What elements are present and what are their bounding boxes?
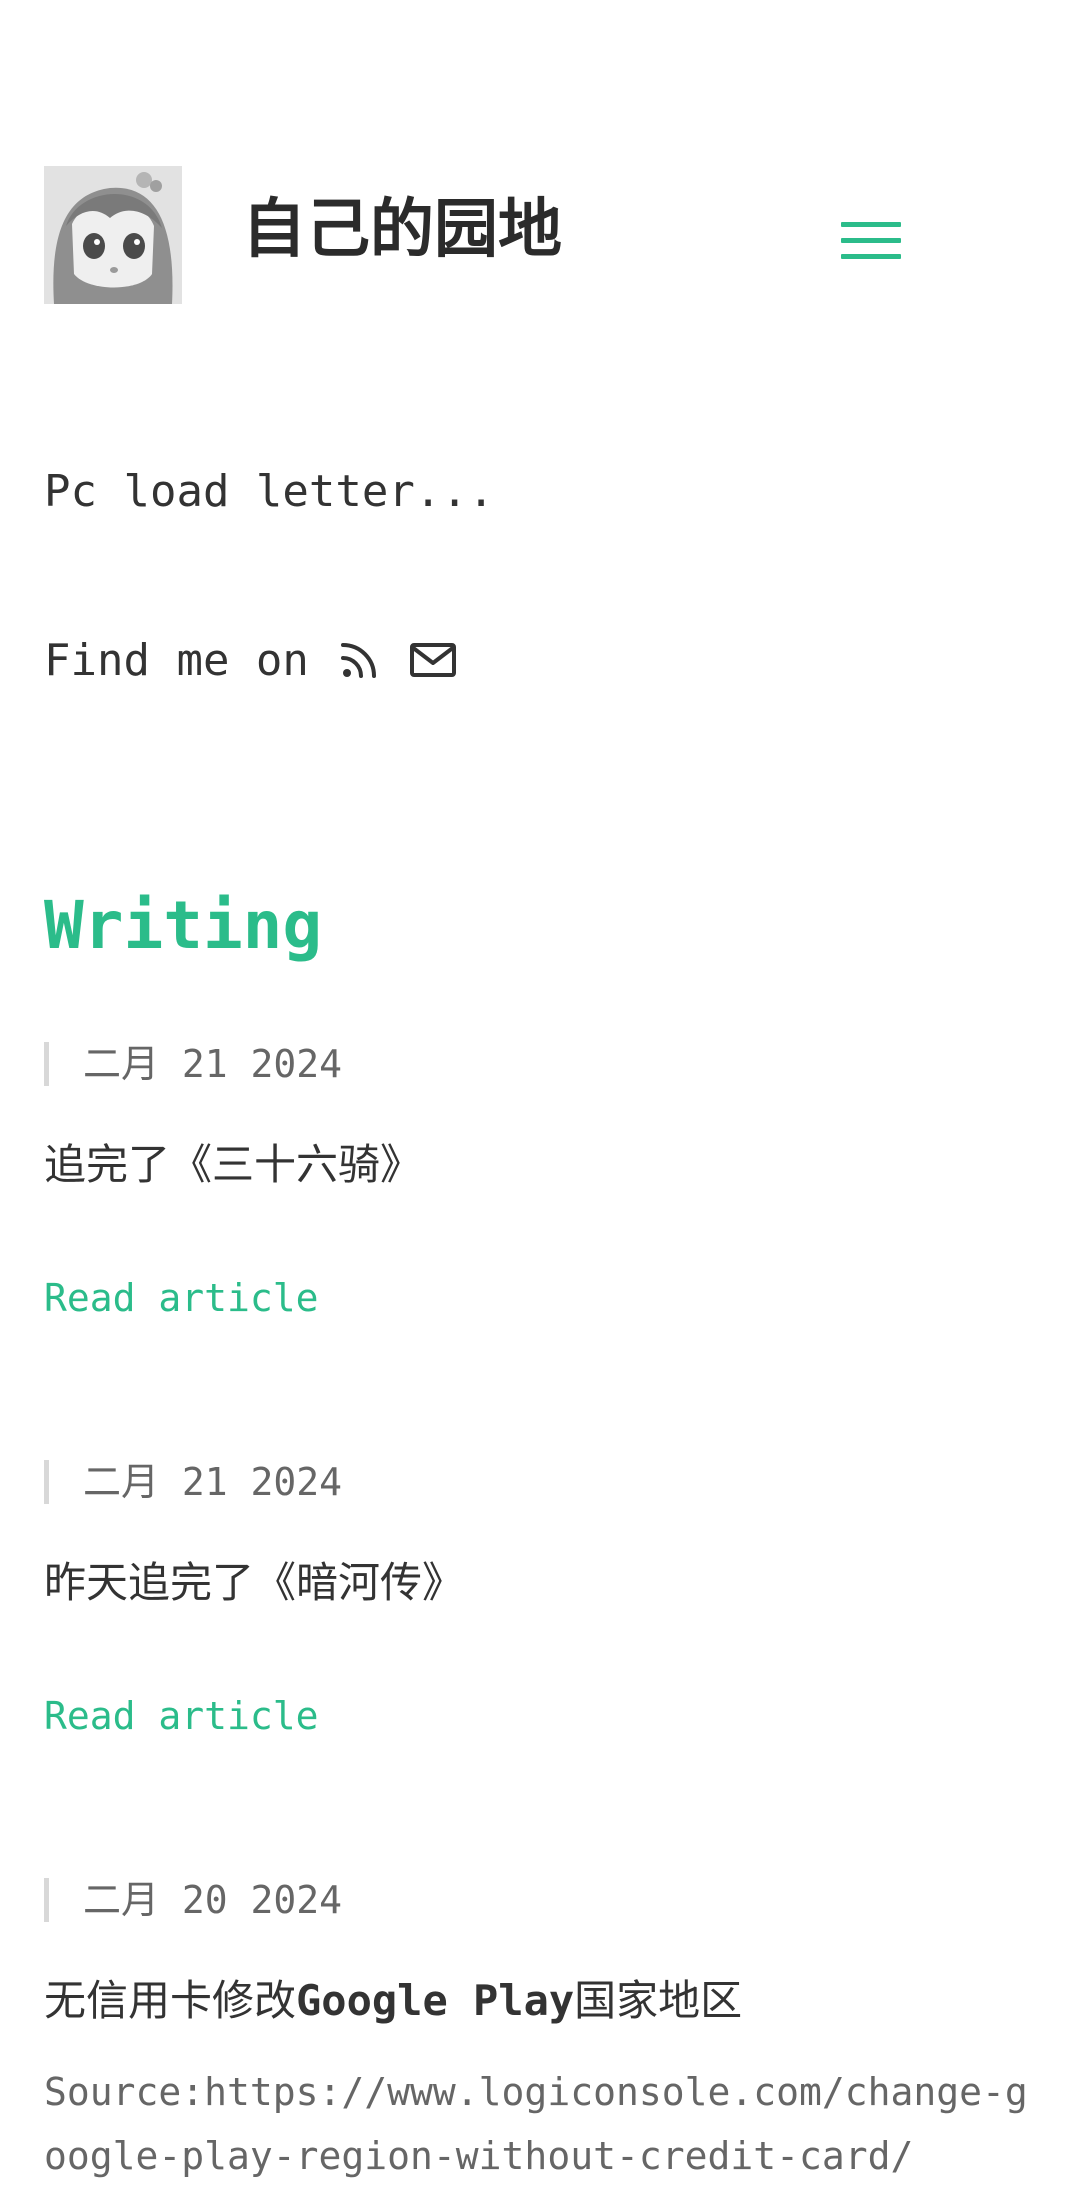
avatar[interactable] bbox=[44, 166, 182, 304]
menu-bar-bottom bbox=[841, 254, 901, 259]
rss-icon bbox=[340, 643, 376, 678]
rss-link[interactable] bbox=[339, 640, 379, 680]
tagline: Pc load letter... bbox=[44, 466, 495, 517]
menu-bar-middle bbox=[841, 238, 901, 243]
post-title-suffix: 国家地区 bbox=[574, 1976, 743, 2025]
mail-link[interactable] bbox=[409, 640, 457, 680]
find-me-row: Find me on bbox=[44, 630, 457, 690]
post-title-brand: Google Play bbox=[296, 1976, 575, 2025]
post-title-link[interactable]: 昨天追完了《暗河传》 bbox=[44, 1558, 1044, 1608]
hamburger-menu-icon bbox=[841, 222, 901, 227]
post-date: 二月 21 2024 bbox=[44, 1042, 1044, 1086]
post-title-link[interactable]: 无信用卡修改Google Play国家地区 bbox=[44, 1976, 1044, 2026]
post-item: 二月 21 2024 昨天追完了《暗河传》 Read article bbox=[44, 1460, 1044, 1738]
read-article-link[interactable]: Read article bbox=[44, 1694, 319, 1738]
post-item: 二月 21 2024 追完了《三十六骑》 Read article bbox=[44, 1042, 1044, 1320]
site-title[interactable]: 自己的园地 bbox=[242, 192, 562, 269]
mail-icon bbox=[409, 643, 456, 677]
post-date: 二月 21 2024 bbox=[44, 1460, 1044, 1504]
read-article-link[interactable]: Read article bbox=[44, 1276, 319, 1320]
post-title-link[interactable]: 追完了《三十六骑》 bbox=[44, 1140, 1044, 1190]
avatar-image bbox=[44, 166, 182, 304]
site-header: 自己的园地 bbox=[44, 166, 1044, 306]
section-title-writing: Writing bbox=[44, 887, 323, 964]
find-me-label: Find me on bbox=[44, 634, 309, 686]
post-title-prefix: 无信用卡修改 bbox=[44, 1976, 297, 2025]
post-date: 二月 20 2024 bbox=[44, 1878, 1044, 1922]
post-item: 二月 20 2024 无信用卡修改Google Play国家地区 Source:… bbox=[44, 1878, 1044, 2188]
post-excerpt: Source:https://www.logiconsole.com/chang… bbox=[44, 2070, 1028, 2179]
menu-button[interactable] bbox=[839, 218, 905, 264]
